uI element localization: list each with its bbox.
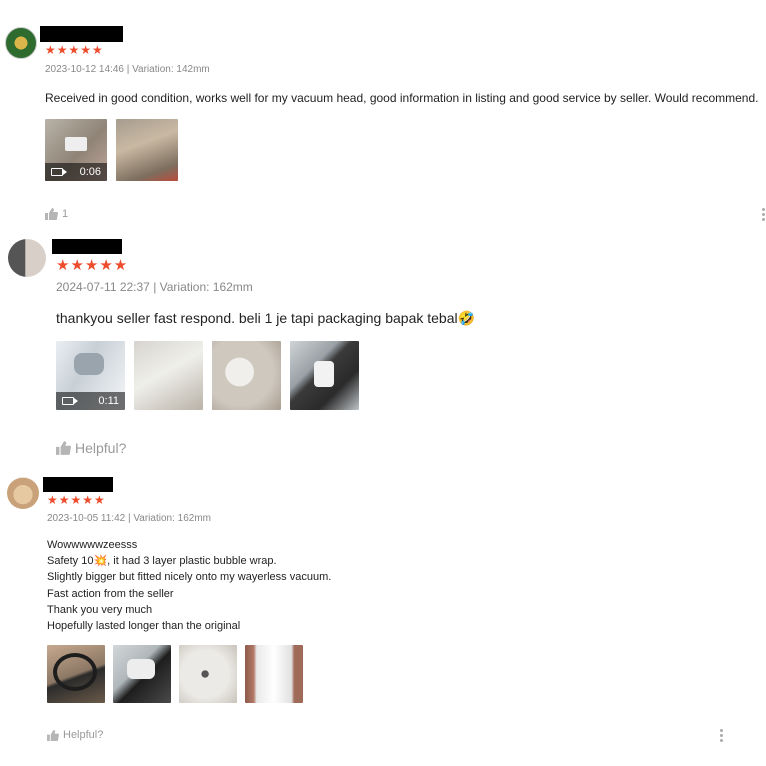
review-photo-thumbnail[interactable] — [179, 645, 237, 703]
review-text: Wowwwwwzeesss Safety 10💥, it had 3 layer… — [47, 539, 332, 633]
review-media — [47, 645, 303, 703]
review-photo-thumbnail[interactable] — [47, 645, 105, 703]
reviewer-name-redacted — [43, 477, 113, 492]
review-photo-thumbnail[interactable] — [245, 645, 303, 703]
helpful-label: Helpful? — [63, 729, 104, 741]
thumbs-up-icon — [47, 729, 59, 741]
review-photo-thumbnail[interactable] — [113, 645, 171, 703]
helpful-button[interactable]: Helpful? — [47, 729, 103, 741]
review-3: ★★★★★ 2023-10-05 11:42 | Variation: 162m… — [0, 0, 766, 766]
reviewer-avatar[interactable] — [7, 477, 39, 509]
review-meta: 2023-10-05 11:42 | Variation: 162mm — [47, 513, 211, 524]
star-rating: ★★★★★ — [47, 493, 106, 507]
more-options-icon[interactable] — [720, 729, 724, 742]
